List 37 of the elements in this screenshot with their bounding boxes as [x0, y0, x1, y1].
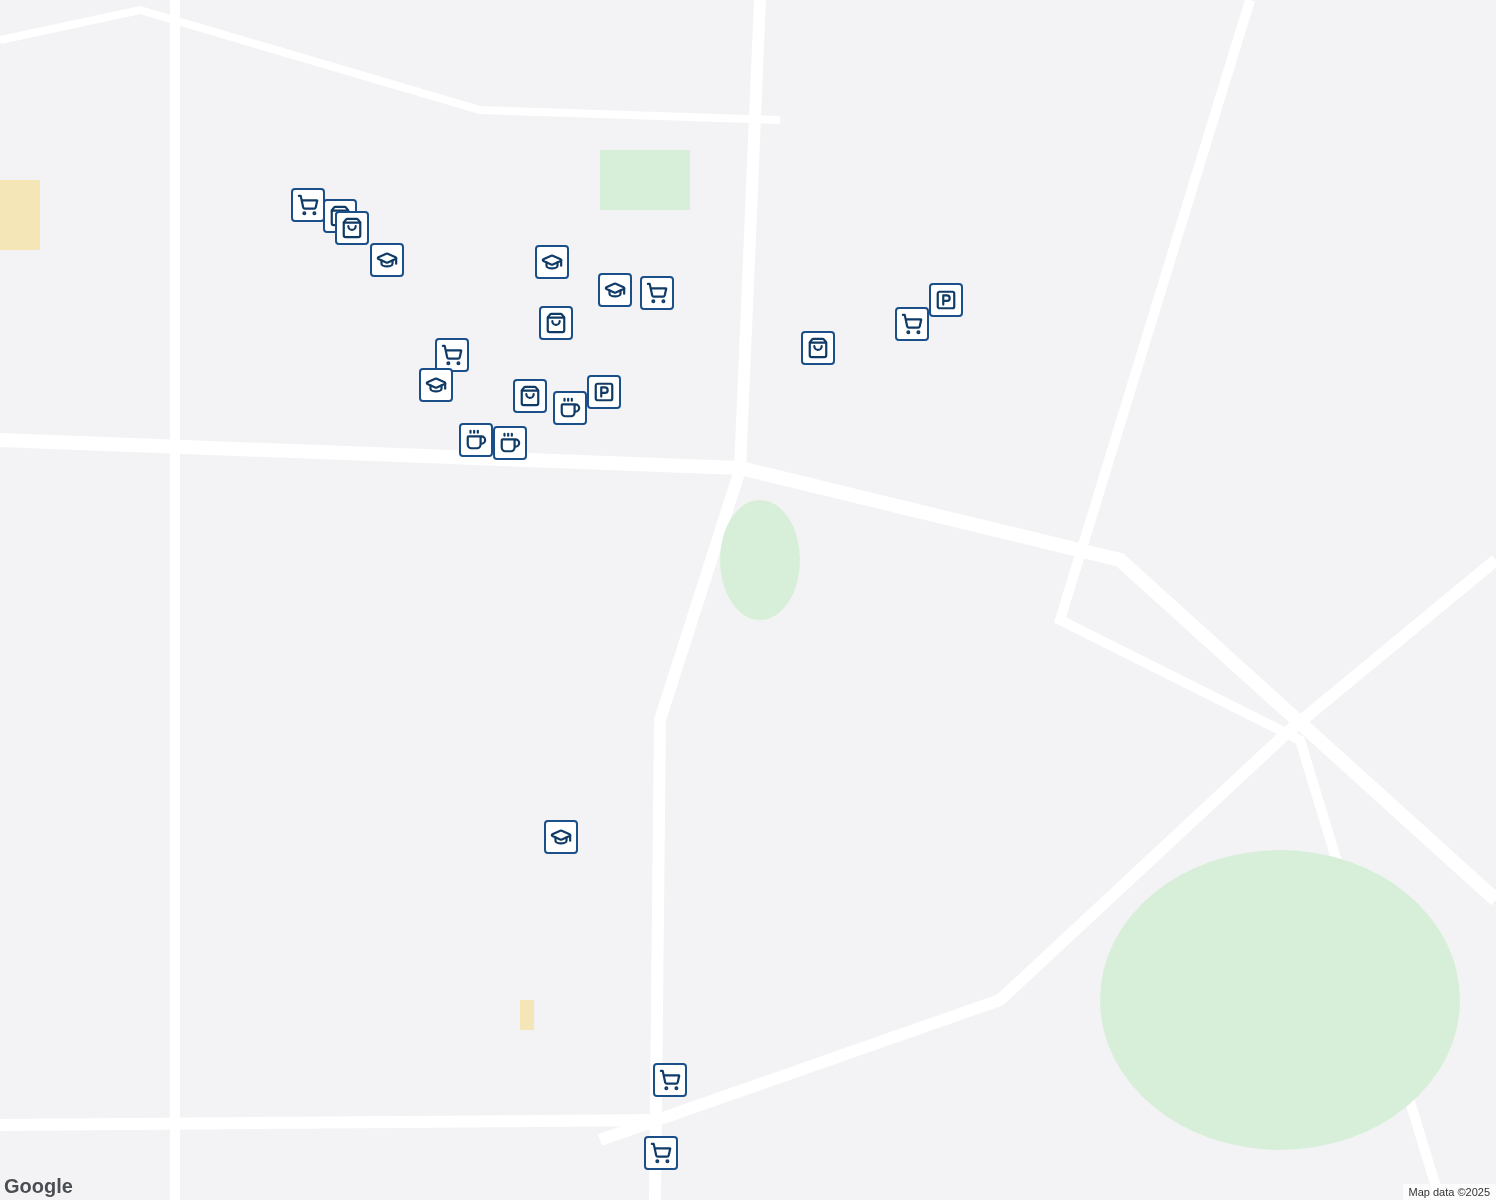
map-marker[interactable]: [553, 391, 587, 425]
cart-icon: [297, 194, 319, 216]
map-marker[interactable]: [459, 423, 493, 457]
cart-icon: [901, 313, 923, 335]
shopping-bag-icon: [341, 217, 363, 239]
map-marker[interactable]: [370, 243, 404, 277]
coffee-cup-icon: [465, 429, 487, 451]
shopping-bag-icon: [807, 337, 829, 359]
coffee-cup-icon: [559, 397, 581, 419]
parking-icon: [593, 381, 615, 403]
shopping-bag-icon: [545, 312, 567, 334]
attribution: Map data ©2025: [1402, 1184, 1496, 1200]
map-marker[interactable]: [419, 368, 453, 402]
map-marker[interactable]: [587, 375, 621, 409]
coffee-cup-icon: [499, 432, 521, 454]
cart-icon: [650, 1142, 672, 1164]
map-marker[interactable]: [653, 1063, 687, 1097]
cart-icon: [646, 282, 668, 304]
map-marker[interactable]: [544, 820, 578, 854]
map-marker[interactable]: [929, 283, 963, 317]
cart-icon: [659, 1069, 681, 1091]
map-marker[interactable]: [640, 276, 674, 310]
map-marker[interactable]: [801, 331, 835, 365]
parking-icon: [935, 289, 957, 311]
map-marker[interactable]: [598, 273, 632, 307]
map-marker[interactable]: [535, 245, 569, 279]
cart-icon: [441, 344, 463, 366]
shopping-bag-icon: [519, 385, 541, 407]
map-marker[interactable]: [291, 188, 325, 222]
map-marker[interactable]: [895, 307, 929, 341]
map-marker[interactable]: [513, 379, 547, 413]
map-marker[interactable]: [644, 1136, 678, 1170]
map-marker[interactable]: [335, 211, 369, 245]
map-marker[interactable]: [539, 306, 573, 340]
map-marker[interactable]: [435, 338, 469, 372]
map-marker[interactable]: [493, 426, 527, 460]
logo: Google: [4, 1175, 73, 1198]
